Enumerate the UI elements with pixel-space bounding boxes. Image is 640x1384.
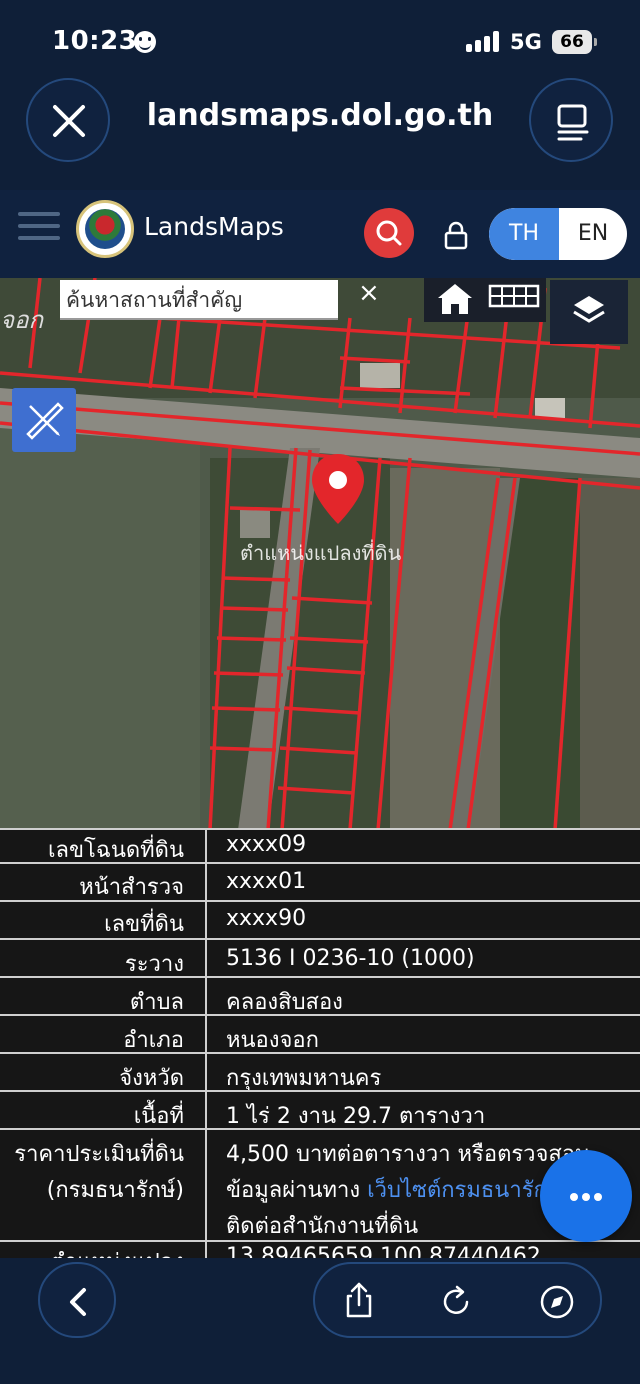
map-imagery: ตำแหน่งแปลงที่ดิน bbox=[0, 278, 640, 830]
home-icon bbox=[438, 284, 472, 314]
compass-icon bbox=[540, 1285, 574, 1319]
ruler-pencil-icon bbox=[26, 402, 64, 440]
clock: 10:23 bbox=[52, 26, 138, 56]
brand-name: LandsMaps bbox=[144, 212, 284, 241]
search-button[interactable] bbox=[364, 208, 414, 258]
site-header: LandsMaps TH EN bbox=[0, 190, 640, 278]
screen: 10:23 5G 66 landsmaps.dol.go.th LandsMap… bbox=[0, 0, 640, 1384]
layers-icon bbox=[573, 296, 605, 323]
price-label-sub: (กรมธนารักษ์) bbox=[46, 1178, 184, 1203]
grid-button[interactable] bbox=[484, 278, 546, 322]
status-bar: 10:23 5G 66 bbox=[0, 0, 640, 80]
battery-indicator: 66 bbox=[552, 30, 597, 54]
table-row: ตำบล คลองสิบสอง bbox=[0, 976, 640, 1015]
login-button[interactable] bbox=[443, 220, 469, 250]
coordinates-link[interactable]: 13.89465659,100.87440462 bbox=[206, 1244, 640, 1258]
reader-button[interactable] bbox=[529, 78, 613, 162]
network-type: 5G bbox=[510, 30, 542, 54]
reload-icon bbox=[443, 1285, 469, 1314]
smiley-icon bbox=[134, 31, 156, 53]
table-row: จังหวัด กรุงเทพมหานคร bbox=[0, 1052, 640, 1091]
language-toggle: TH EN bbox=[489, 208, 627, 260]
share-icon bbox=[346, 1282, 372, 1318]
map-search-input[interactable]: ค้นหาสถานที่สำคัญ bbox=[60, 280, 338, 320]
share-button[interactable] bbox=[339, 1280, 379, 1320]
map-place-label: จอก bbox=[0, 306, 44, 334]
table-row: เลขที่ดิน xxxx90 bbox=[0, 900, 640, 938]
url-text[interactable]: landsmaps.dol.go.th bbox=[130, 98, 510, 133]
lang-en-button[interactable]: EN bbox=[559, 208, 627, 260]
close-icon bbox=[53, 105, 85, 137]
hamburger-menu-icon[interactable] bbox=[18, 210, 60, 242]
table-row: ระวาง 5136 I 0236-10 (1000) bbox=[0, 938, 640, 977]
search-clear-button[interactable]: × bbox=[358, 280, 386, 308]
price-label: ราคาประเมินที่ดิน bbox=[14, 1142, 184, 1167]
browser-toolbar bbox=[0, 1258, 640, 1384]
home-button[interactable] bbox=[424, 278, 486, 322]
treasury-website-link[interactable]: เว็บไซต์กรมธนารักษ์ bbox=[367, 1178, 561, 1203]
table-row: เนื้อที่ 1 ไร่ 2 งาน 29.7 ตารางวา bbox=[0, 1090, 640, 1129]
table-row: อำเภอ หนองจอก bbox=[0, 1014, 640, 1053]
toolbar-actions bbox=[313, 1262, 602, 1338]
table-row-coordinates: ตำแหน่งแปลง 13.89465659,100.87440462 bbox=[0, 1240, 640, 1258]
back-button[interactable] bbox=[38, 1262, 116, 1338]
more-options-button[interactable] bbox=[540, 1150, 632, 1242]
compass-button[interactable] bbox=[537, 1282, 577, 1322]
measure-tool-button[interactable] bbox=[12, 388, 76, 452]
map-overlay-label: ตำแหน่งแปลงที่ดิน bbox=[240, 539, 402, 565]
department-logo bbox=[76, 200, 134, 258]
reload-button[interactable] bbox=[437, 1282, 477, 1322]
table-row: เลขโฉนดที่ดิน xxxx09 bbox=[0, 828, 640, 864]
browser-url-bar: landsmaps.dol.go.th bbox=[0, 74, 640, 174]
search-icon bbox=[376, 220, 402, 246]
chevron-left-icon bbox=[70, 1288, 86, 1316]
lang-th-button[interactable]: TH bbox=[489, 208, 559, 260]
coordinates-label: ตำแหน่งแปลง bbox=[0, 1244, 196, 1258]
lock-icon bbox=[444, 221, 468, 250]
table-row: หน้าสำรวจ xxxx01 bbox=[0, 862, 640, 900]
layers-button[interactable] bbox=[550, 280, 628, 344]
cellular-signal-icon bbox=[466, 30, 502, 52]
satellite-map[interactable]: ตำแหน่งแปลงที่ดิน จอก ค้นหาสถานที่สำคัญ … bbox=[0, 278, 640, 830]
grid-icon bbox=[488, 284, 540, 308]
close-tab-button[interactable] bbox=[26, 78, 110, 162]
reader-icon bbox=[557, 104, 589, 141]
